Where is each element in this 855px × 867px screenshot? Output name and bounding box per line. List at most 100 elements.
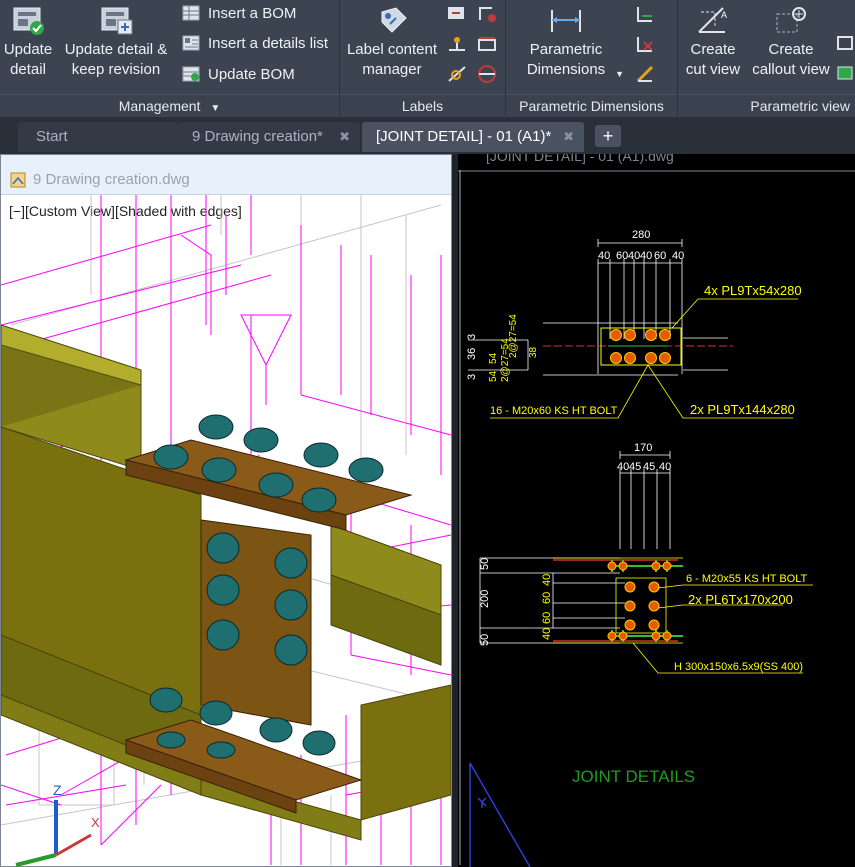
panel-labels: Label content manager Labels xyxy=(340,0,506,118)
update-detail-label: Update detail xyxy=(3,41,53,78)
panel-parametric-dimensions: Parametric Dimensions ▼ Parametric Dimen… xyxy=(506,0,678,118)
insert-bom-label: Insert a BOM xyxy=(208,5,297,22)
panel-management-title[interactable]: Management ▼ xyxy=(0,94,339,116)
top-plate-label: 4x PL9Tx54x280 xyxy=(704,283,802,298)
bottom-overall-dim: 170 xyxy=(634,442,652,454)
tab-drawing-creation-label: 9 Drawing creation* xyxy=(192,128,323,145)
bottom-plate-label: 2x PL6Tx170x200 xyxy=(688,592,793,607)
insert-bom-button[interactable]: Insert a BOM xyxy=(182,1,296,27)
panel-parametric-view-title: Parametric view xyxy=(678,94,855,116)
update-bom-button[interactable]: Update BOM xyxy=(182,62,295,88)
label-content-manager-button[interactable]: Label content manager xyxy=(342,0,442,80)
panel-labels-title: Labels xyxy=(340,94,505,116)
top-bolt-label: 16 - M20x60 KS HT BOLT xyxy=(490,405,618,417)
model-viewport-title: 9 Drawing creation.dwg xyxy=(33,171,190,188)
parametric-dimensions-button[interactable]: Parametric Dimensions ▼ xyxy=(508,0,624,80)
update-bom-label: Update BOM xyxy=(208,66,295,83)
top-left-dim: 3 xyxy=(466,334,478,340)
label-tool-4-icon[interactable] xyxy=(476,34,498,54)
tab-joint-detail-label: [JOINT DETAIL] - 01 (A1)* xyxy=(376,128,552,145)
create-cut-view-button[interactable]: A Create cut view xyxy=(680,0,746,80)
parametric-dimensions-label: Parametric Dimensions xyxy=(526,41,606,78)
label-tool-2-icon[interactable] xyxy=(476,4,498,24)
top-left-small-dim: 54 xyxy=(488,352,499,364)
bottom-seg-dim: 40 xyxy=(617,461,629,473)
document-tab-bar: Start 9 Drawing creation* ✖ [JOINT DETAI… xyxy=(0,118,855,154)
panel-management: Update detail Update detail & keep revis… xyxy=(0,0,340,118)
layout-viewport-titlebar: [JOINT DETAIL] - 01 (A1).dwg xyxy=(458,154,855,168)
bottom-left-dim: 200 xyxy=(479,590,491,608)
details-list-icon xyxy=(182,34,200,51)
bottom-seg-dim: 45 xyxy=(629,461,641,473)
update-detail-keep-revision-button[interactable]: Update detail & keep revision xyxy=(58,0,174,80)
svg-text:Z: Z xyxy=(53,782,62,798)
tab-start[interactable]: Start xyxy=(18,122,178,152)
update-bom-icon xyxy=(182,65,200,82)
top-seg-dim: 40 xyxy=(598,250,610,262)
dim-tool-1-icon[interactable] xyxy=(634,4,656,24)
close-tab-icon[interactable]: ✖ xyxy=(563,122,574,152)
joint-details-sheet: 280 40 60 40 40 60 40 3 36 3 2@27=54 2@2… xyxy=(458,170,855,867)
svg-text:A: A xyxy=(721,10,727,20)
top-left-dim: 3 xyxy=(466,374,478,380)
bottom-left-dim: 50 xyxy=(479,634,491,646)
model-viewport[interactable]: 9 Drawing creation.dwg [−][Custom View][… xyxy=(0,154,452,867)
ribbon: Update detail Update detail & keep revis… xyxy=(0,0,855,118)
create-callout-view-button[interactable]: Create callout view xyxy=(748,0,834,80)
panel-management-title-text: Management xyxy=(118,98,201,114)
top-seg-dim: 60 xyxy=(654,250,666,262)
bottom-detail-lines xyxy=(479,451,671,644)
tab-start-label: Start xyxy=(36,128,68,145)
top-left-small-dim: 2@27=54 xyxy=(500,338,511,382)
bottom-detail-dims: 170 40 45 45 40 50 200 50 xyxy=(479,442,671,646)
drawing-file-icon xyxy=(9,171,27,189)
update-detail-icon xyxy=(10,6,46,36)
create-cut-view-label: Create cut view xyxy=(685,41,741,78)
update-detail-keep-revision-label: Update detail & keep revision xyxy=(64,41,168,78)
top-seg-dim: 40 xyxy=(628,250,640,262)
label-tool-5-icon[interactable] xyxy=(446,64,468,84)
bottom-left-small-dim: 40 xyxy=(541,628,553,640)
cut-view-icon: A xyxy=(695,6,731,36)
label-tool-3-icon[interactable] xyxy=(446,34,468,54)
panel-parametric-dimensions-title: Parametric Dimensions xyxy=(506,94,677,116)
layout-viewport[interactable]: [JOINT DETAIL] - 01 (A1).dwg 280 40 60 4… xyxy=(458,154,855,867)
model-viewport-titlebar: 9 Drawing creation.dwg xyxy=(1,155,451,195)
insert-details-list-button[interactable]: Insert a details list xyxy=(182,31,328,57)
top-left-small-dim: 54 xyxy=(488,370,499,382)
autocad-window: Update detail Update detail & keep revis… xyxy=(0,0,855,867)
joint-details-title: JOINT DETAILS xyxy=(572,767,695,786)
label-tag-icon xyxy=(374,6,410,36)
bottom-seg-dim: 40 xyxy=(659,461,671,473)
top-left-small-dim: 38 xyxy=(528,346,539,358)
bottom-bolt-label: 6 - M20x55 KS HT BOLT xyxy=(686,573,808,585)
bottom-left-dim: 50 xyxy=(479,558,491,570)
tab-drawing-creation[interactable]: 9 Drawing creation* ✖ xyxy=(178,122,360,152)
label-tool-1-icon[interactable] xyxy=(446,4,468,24)
label-content-manager-label: Label content manager xyxy=(346,41,438,78)
top-left-dim: 36 xyxy=(466,348,478,360)
model-3d-canvas: Z X xyxy=(1,195,451,867)
bottom-seg-dim: 45 xyxy=(643,461,655,473)
top-seg-dim: 40 xyxy=(640,250,652,262)
top-seg-dim: 40 xyxy=(672,250,684,262)
tab-joint-detail[interactable]: [JOINT DETAIL] - 01 (A1)* ✖ xyxy=(362,122,584,152)
view-tool-1-icon[interactable] xyxy=(836,34,855,54)
view-tool-2-icon[interactable] xyxy=(836,64,855,84)
svg-text:X: X xyxy=(91,815,100,830)
update-detail-revision-icon xyxy=(98,6,134,36)
close-tab-icon[interactable]: ✖ xyxy=(339,122,350,152)
dropdown-arrow-icon: ▼ xyxy=(615,69,624,79)
dim-tool-3-icon[interactable] xyxy=(634,64,656,84)
new-tab-button[interactable]: + xyxy=(595,125,621,147)
linear-dimension-icon xyxy=(548,6,584,36)
bom-table-icon xyxy=(182,4,200,21)
dim-tool-2-icon[interactable] xyxy=(634,34,656,54)
create-callout-view-label: Create callout view xyxy=(752,41,830,78)
update-detail-button[interactable]: Update detail xyxy=(0,0,56,80)
viewport-ucs-corner-icon xyxy=(469,762,531,867)
panel-expand-icon: ▼ xyxy=(210,103,221,114)
label-tool-6-icon[interactable] xyxy=(476,64,498,84)
bottom-left-small-dim: 60 xyxy=(541,592,553,604)
insert-details-list-label: Insert a details list xyxy=(208,35,329,52)
